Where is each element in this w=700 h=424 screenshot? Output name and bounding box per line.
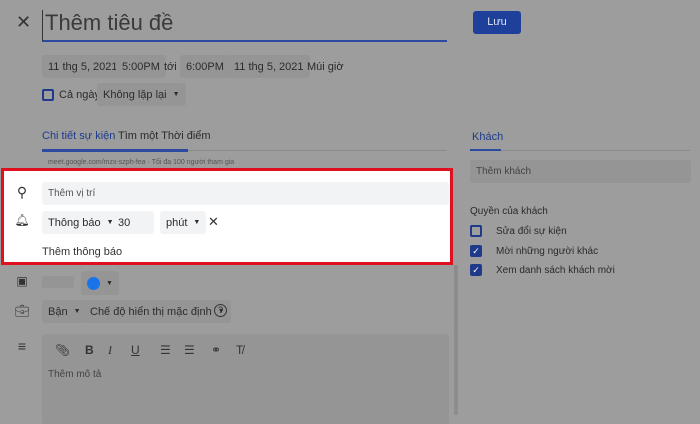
underline-icon[interactable]: U bbox=[131, 343, 140, 357]
guests-tab-indicator bbox=[470, 149, 501, 151]
title-input[interactable]: Thêm tiêu đề bbox=[42, 10, 447, 42]
repeat-value: Không lặp lại bbox=[103, 88, 167, 101]
end-time[interactable]: 6:00PM bbox=[180, 55, 230, 78]
end-date[interactable]: 11 thg 5, 2021 bbox=[228, 55, 310, 78]
caret-down-icon: ▼ bbox=[106, 279, 113, 287]
link-icon[interactable]: ⚭ bbox=[211, 343, 221, 357]
permission-modify-checkbox[interactable] bbox=[470, 225, 482, 237]
color-dropdown[interactable]: ▼ bbox=[81, 271, 119, 295]
guests-tab-line bbox=[470, 150, 690, 151]
numbered-list-icon[interactable]: ☰ bbox=[160, 343, 171, 357]
timezone-link[interactable]: Múi giờ bbox=[307, 61, 344, 73]
visibility-value: Chế độ hiển thị mặc định bbox=[90, 305, 212, 318]
permission-see-list-checkbox[interactable]: ✓ bbox=[470, 264, 482, 276]
all-day-checkbox[interactable] bbox=[42, 89, 54, 101]
close-icon[interactable]: ✕ bbox=[16, 12, 31, 33]
all-day-label: Cả ngày bbox=[59, 89, 100, 101]
start-date[interactable]: 11 thg 5, 2021 bbox=[42, 55, 124, 78]
scrollbar[interactable] bbox=[454, 265, 458, 415]
permission-label: Sửa đổi sự kiện bbox=[496, 226, 567, 237]
repeat-dropdown[interactable]: Không lặp lại ▼ bbox=[97, 83, 186, 106]
guest-permissions-title: Quyền của khách bbox=[470, 206, 548, 217]
permission-label: Mời những người khác bbox=[496, 246, 599, 257]
calendar-select[interactable] bbox=[42, 276, 74, 288]
notification-type: Thông báo bbox=[48, 216, 101, 229]
caret-down-icon: ▼ bbox=[193, 219, 201, 226]
add-guests-input[interactable]: Thêm khách bbox=[470, 160, 691, 183]
save-button[interactable]: Lưu bbox=[473, 11, 521, 34]
notification-unit-dropdown[interactable]: phút ▼ bbox=[160, 211, 207, 234]
notification-unit: phút bbox=[166, 216, 188, 229]
bulleted-list-icon[interactable]: ☰ bbox=[184, 343, 195, 357]
tab-guests[interactable]: Khách bbox=[472, 131, 503, 143]
location-pin-icon: ⚲ bbox=[16, 184, 28, 200]
bold-icon[interactable]: B bbox=[85, 343, 94, 357]
meet-link[interactable]: meet.google.com/mzx-szph-fea · Tối đa 10… bbox=[48, 159, 234, 166]
description-editor[interactable] bbox=[42, 334, 449, 424]
availability-dropdown[interactable]: Bận ▼ bbox=[42, 300, 87, 323]
notification-value-input[interactable]: 30 bbox=[112, 211, 154, 234]
notification-type-dropdown[interactable]: Thông báo ▼ bbox=[42, 211, 120, 234]
caret-down-icon: ▼ bbox=[172, 91, 180, 98]
briefcase-icon: 💼︎ bbox=[14, 304, 30, 318]
calendar-color-dot bbox=[87, 276, 100, 290]
description-placeholder: Thêm mô tả bbox=[48, 369, 102, 380]
clear-format-icon[interactable]: T̸ bbox=[236, 343, 243, 357]
bell-icon: 🔔︎ bbox=[14, 213, 30, 227]
start-time[interactable]: 5:00PM bbox=[116, 55, 166, 78]
caret-down-icon: ▼ bbox=[73, 308, 81, 315]
description-icon: ≡ bbox=[17, 338, 27, 354]
remove-notification-icon[interactable]: ✕ bbox=[208, 214, 219, 230]
tab-indicator bbox=[42, 149, 188, 152]
to-label: tới bbox=[164, 61, 177, 73]
calendar-icon: ▣ bbox=[16, 274, 28, 288]
visibility-dropdown[interactable]: Chế độ hiển thị mặc định ▼ bbox=[84, 300, 231, 323]
availability-value: Bận bbox=[48, 305, 68, 318]
add-notification-link[interactable]: Thêm thông báo bbox=[42, 246, 122, 258]
tab-event-details[interactable]: Chi tiết sự kiện bbox=[42, 130, 115, 142]
help-icon[interactable]: ? bbox=[214, 304, 227, 317]
attach-icon[interactable]: 📎︎ bbox=[55, 343, 70, 357]
location-input[interactable]: Thêm vị trí bbox=[42, 182, 449, 205]
permission-label: Xem danh sách khách mời bbox=[496, 265, 615, 276]
italic-icon[interactable]: I bbox=[108, 343, 112, 358]
tab-find-time[interactable]: Tìm một Thời điểm bbox=[118, 130, 211, 142]
permission-invite-checkbox[interactable]: ✓ bbox=[470, 245, 482, 257]
